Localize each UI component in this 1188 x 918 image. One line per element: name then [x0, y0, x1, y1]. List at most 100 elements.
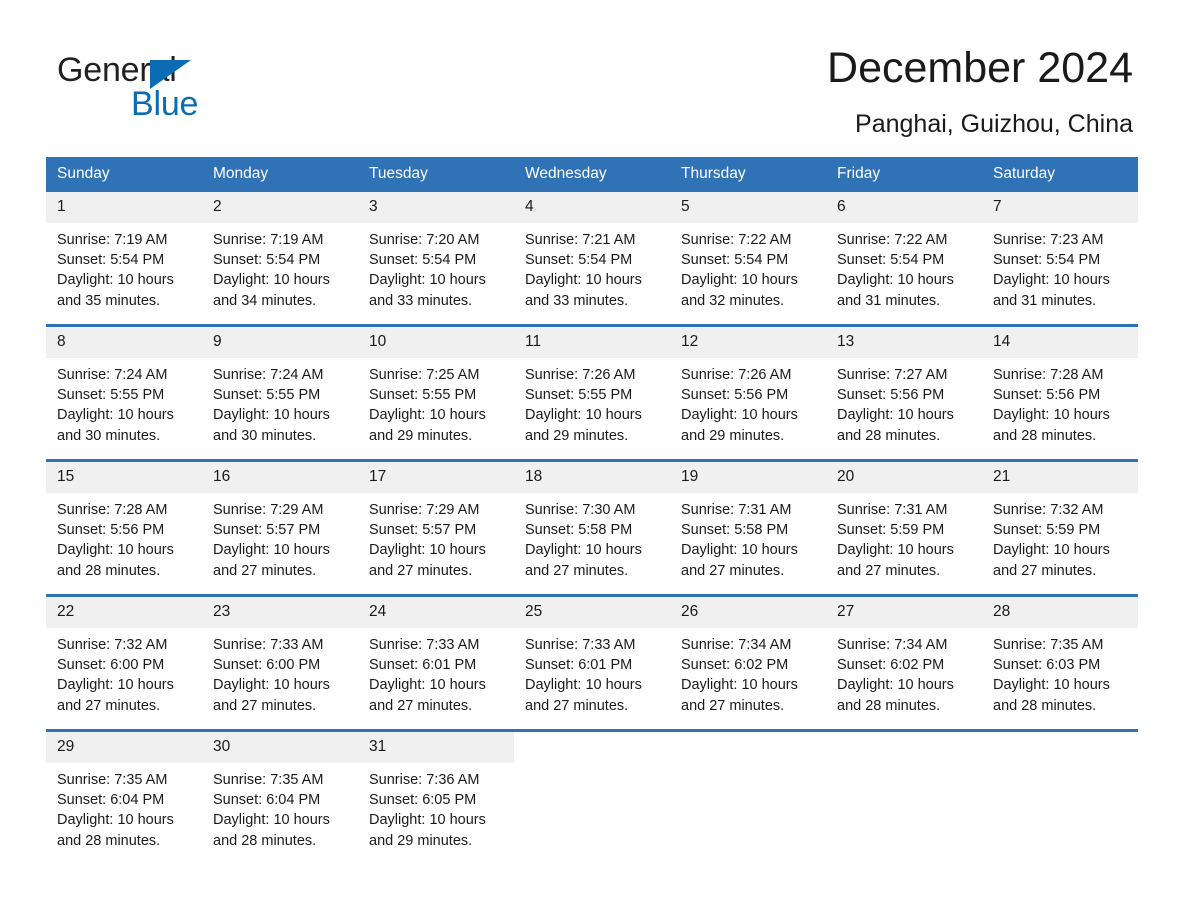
sunrise-text: Sunrise: 7:25 AM [369, 367, 480, 383]
daylight-text-line1: Daylight: 10 hours [213, 677, 330, 694]
sunrise-text: Sunrise: 7:30 AM [525, 502, 636, 518]
sunrise-text: Sunrise: 7:31 AM [681, 502, 792, 518]
day-cell[interactable]: 11 Sunrise: 7:26 AM Sunset: 5:55 PM Dayligh… [514, 327, 670, 459]
daylight-text-line2: and 28 minutes. [993, 427, 1097, 444]
day-cell[interactable]: 30 Sunrise: 7:35 AM Sunset: 6:04 PM Dayligh… [202, 732, 358, 864]
daylight-text-line2: and 33 minutes. [369, 292, 473, 309]
daylight-text-line1: Daylight: 10 hours [681, 407, 798, 424]
sunset-text: Sunset: 6:05 PM [369, 792, 477, 809]
day-cell[interactable]: 27 Sunrise: 7:34 AM Sunset: 6:02 PM Dayligh… [826, 597, 982, 729]
day-cell[interactable]: 20 Sunrise: 7:31 AM Sunset: 5:59 PM Dayligh… [826, 462, 982, 594]
calendar-cell: 17 Sunrise: 7:29 AM Sunset: 5:57 PM Dayligh… [358, 459, 514, 596]
calendar-cell: 23 Sunrise: 7:33 AM Sunset: 6:00 PM Dayligh… [202, 594, 358, 731]
sunset-text: Sunset: 6:04 PM [213, 792, 321, 809]
logo-text-blue: Blue [131, 85, 199, 123]
daylight-text-line1: Daylight: 10 hours [57, 812, 174, 829]
day-cell[interactable]: 29 Sunrise: 7:35 AM Sunset: 6:04 PM Dayligh… [46, 732, 202, 864]
day-cell[interactable]: 16 Sunrise: 7:29 AM Sunset: 5:57 PM Dayligh… [202, 462, 358, 594]
calendar-cell: 21 Sunrise: 7:32 AM Sunset: 5:59 PM Dayligh… [982, 459, 1138, 596]
calendar-cell [514, 729, 670, 864]
day-number: 6 [826, 192, 982, 223]
daylight-text-line1: Daylight: 10 hours [525, 677, 642, 694]
calendar-cell: 15 Sunrise: 7:28 AM Sunset: 5:56 PM Dayligh… [46, 459, 202, 596]
day-number [670, 732, 826, 763]
day-cell[interactable]: 3 Sunrise: 7:20 AM Sunset: 5:54 PM Daylight… [358, 192, 514, 324]
day-cell[interactable]: 28 Sunrise: 7:35 AM Sunset: 6:03 PM Dayligh… [982, 597, 1138, 729]
sunrise-text: Sunrise: 7:33 AM [213, 637, 324, 653]
sunrise-text: Sunrise: 7:34 AM [681, 637, 792, 653]
day-details: Sunrise: 7:32 AM Sunset: 6:00 PM Daylight:… [46, 628, 202, 716]
day-number: 22 [46, 597, 202, 628]
day-cell[interactable]: 17 Sunrise: 7:29 AM Sunset: 5:57 PM Dayligh… [358, 462, 514, 594]
sunset-text: Sunset: 5:58 PM [681, 522, 789, 539]
day-cell[interactable]: 5 Sunrise: 7:22 AM Sunset: 5:54 PM Daylight… [670, 192, 826, 324]
daylight-text-line1: Daylight: 10 hours [993, 542, 1110, 559]
calendar-week-row: 22 Sunrise: 7:32 AM Sunset: 6:00 PM Dayligh… [46, 594, 1138, 731]
day-cell[interactable]: 19 Sunrise: 7:31 AM Sunset: 5:58 PM Dayligh… [670, 462, 826, 594]
daylight-text-line2: and 27 minutes. [525, 697, 629, 714]
weekday-header-friday: Friday [826, 157, 982, 192]
day-cell[interactable]: 4 Sunrise: 7:21 AM Sunset: 5:54 PM Daylight… [514, 192, 670, 324]
day-cell[interactable]: 12 Sunrise: 7:26 AM Sunset: 5:56 PM Dayligh… [670, 327, 826, 459]
day-number: 20 [826, 462, 982, 493]
day-details: Sunrise: 7:26 AM Sunset: 5:55 PM Daylight:… [514, 358, 670, 446]
day-cell[interactable]: 22 Sunrise: 7:32 AM Sunset: 6:00 PM Dayligh… [46, 597, 202, 729]
day-details: Sunrise: 7:28 AM Sunset: 5:56 PM Daylight:… [46, 493, 202, 581]
day-cell[interactable]: 2 Sunrise: 7:19 AM Sunset: 5:54 PM Daylight… [202, 192, 358, 324]
day-cell[interactable]: 1 Sunrise: 7:19 AM Sunset: 5:54 PM Daylight… [46, 192, 202, 324]
calendar-cell: 9 Sunrise: 7:24 AM Sunset: 5:55 PM Daylight… [202, 324, 358, 461]
day-cell[interactable]: 26 Sunrise: 7:34 AM Sunset: 6:02 PM Dayligh… [670, 597, 826, 729]
day-cell[interactable]: 24 Sunrise: 7:33 AM Sunset: 6:01 PM Dayligh… [358, 597, 514, 729]
general-blue-logo[interactable]: General Blue [57, 50, 357, 125]
calendar-body: 1 Sunrise: 7:19 AM Sunset: 5:54 PM Daylight… [46, 192, 1138, 864]
day-cell[interactable]: 7 Sunrise: 7:23 AM Sunset: 5:54 PM Daylight… [982, 192, 1138, 324]
day-cell[interactable]: 21 Sunrise: 7:32 AM Sunset: 5:59 PM Dayligh… [982, 462, 1138, 594]
day-details: Sunrise: 7:26 AM Sunset: 5:56 PM Daylight:… [670, 358, 826, 446]
sunset-text: Sunset: 5:54 PM [213, 252, 321, 269]
day-details: Sunrise: 7:31 AM Sunset: 5:58 PM Daylight:… [670, 493, 826, 581]
daylight-text-line2: and 28 minutes. [213, 832, 317, 849]
day-details: Sunrise: 7:33 AM Sunset: 6:00 PM Daylight:… [202, 628, 358, 716]
daylight-text-line2: and 34 minutes. [213, 292, 317, 309]
weekday-header-thursday: Thursday [670, 157, 826, 192]
sunset-text: Sunset: 5:54 PM [681, 252, 789, 269]
day-cell[interactable]: 9 Sunrise: 7:24 AM Sunset: 5:55 PM Daylight… [202, 327, 358, 459]
daylight-text-line2: and 27 minutes. [213, 562, 317, 579]
sunset-text: Sunset: 5:56 PM [681, 387, 789, 404]
calendar-cell: 31 Sunrise: 7:36 AM Sunset: 6:05 PM Dayligh… [358, 729, 514, 864]
day-number: 2 [202, 192, 358, 223]
weekday-header-row: Sunday Monday Tuesday Wednesday Thursday… [46, 157, 1138, 192]
sunrise-text: Sunrise: 7:28 AM [57, 502, 168, 518]
day-cell[interactable]: 10 Sunrise: 7:25 AM Sunset: 5:55 PM Dayligh… [358, 327, 514, 459]
calendar-week-row: 8 Sunrise: 7:24 AM Sunset: 5:55 PM Daylight… [46, 324, 1138, 461]
day-details: Sunrise: 7:35 AM Sunset: 6:03 PM Daylight:… [982, 628, 1138, 716]
daylight-text-line1: Daylight: 10 hours [681, 542, 798, 559]
day-details: Sunrise: 7:19 AM Sunset: 5:54 PM Daylight:… [46, 223, 202, 311]
sunrise-text: Sunrise: 7:21 AM [525, 232, 636, 248]
sunrise-text: Sunrise: 7:26 AM [525, 367, 636, 383]
sunset-text: Sunset: 5:57 PM [369, 522, 477, 539]
day-cell[interactable]: 31 Sunrise: 7:36 AM Sunset: 6:05 PM Dayligh… [358, 732, 514, 864]
sunset-text: Sunset: 5:54 PM [57, 252, 165, 269]
sunrise-text: Sunrise: 7:33 AM [525, 637, 636, 653]
day-details: Sunrise: 7:33 AM Sunset: 6:01 PM Daylight:… [514, 628, 670, 716]
daylight-text-line1: Daylight: 10 hours [681, 272, 798, 289]
day-cell[interactable]: 15 Sunrise: 7:28 AM Sunset: 5:56 PM Dayligh… [46, 462, 202, 594]
day-cell[interactable]: 8 Sunrise: 7:24 AM Sunset: 5:55 PM Daylight… [46, 327, 202, 459]
day-cell[interactable]: 25 Sunrise: 7:33 AM Sunset: 6:01 PM Dayligh… [514, 597, 670, 729]
day-number: 10 [358, 327, 514, 358]
calendar-cell: 8 Sunrise: 7:24 AM Sunset: 5:55 PM Daylight… [46, 324, 202, 461]
calendar-cell [982, 729, 1138, 864]
day-cell[interactable]: 23 Sunrise: 7:33 AM Sunset: 6:00 PM Dayligh… [202, 597, 358, 729]
day-cell[interactable]: 6 Sunrise: 7:22 AM Sunset: 5:54 PM Daylight… [826, 192, 982, 324]
day-cell[interactable]: 18 Sunrise: 7:30 AM Sunset: 5:58 PM Dayligh… [514, 462, 670, 594]
sunset-text: Sunset: 5:58 PM [525, 522, 633, 539]
day-cell[interactable]: 14 Sunrise: 7:28 AM Sunset: 5:56 PM Dayligh… [982, 327, 1138, 459]
day-cell[interactable]: 13 Sunrise: 7:27 AM Sunset: 5:56 PM Dayligh… [826, 327, 982, 459]
day-number: 25 [514, 597, 670, 628]
day-details: Sunrise: 7:20 AM Sunset: 5:54 PM Daylight:… [358, 223, 514, 311]
daylight-text-line1: Daylight: 10 hours [525, 272, 642, 289]
daylight-text-line2: and 28 minutes. [57, 832, 161, 849]
sunset-text: Sunset: 6:04 PM [57, 792, 165, 809]
day-cell-empty [982, 732, 1138, 864]
